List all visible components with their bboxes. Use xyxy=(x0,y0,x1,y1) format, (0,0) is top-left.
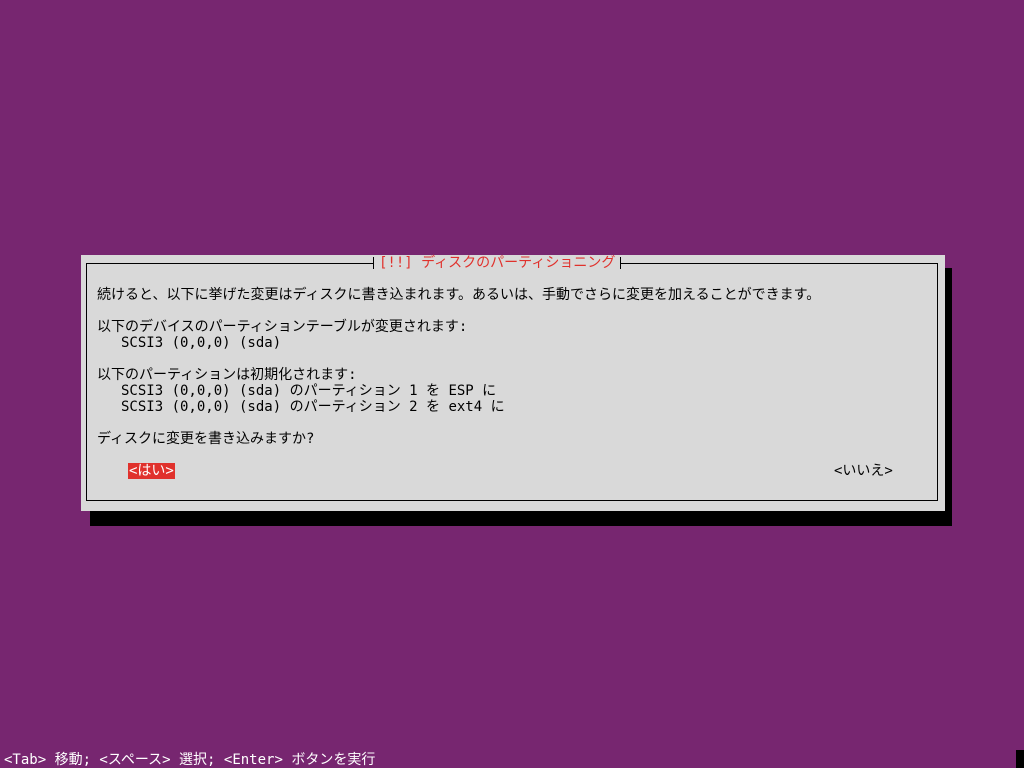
installer-screen: [!!] ディスクのパーティショニング 続けると、以下に挙げた変更はディスクに書… xyxy=(0,0,1024,768)
format-partition-item: SCSI3 (0,0,0) (sda) のパーティション 2 を ext4 に xyxy=(121,399,505,415)
no-button[interactable]: <いいえ> xyxy=(833,463,894,479)
yes-button[interactable]: <はい> xyxy=(128,463,175,479)
dialog-title: [!!] ディスクのパーティショニング xyxy=(373,255,622,271)
terminal-cursor xyxy=(1016,750,1024,768)
partition-confirm-dialog: [!!] ディスクのパーティショニング 続けると、以下に挙げた変更はディスクに書… xyxy=(81,255,945,511)
keyboard-help-bar: <Tab> 移動; <スペース> 選択; <Enter> ボタンを実行 xyxy=(4,752,376,768)
dialog-intro-text: 続けると、以下に挙げた変更はディスクに書き込まれます。あるいは、手動でさらに変更… xyxy=(97,287,821,303)
partition-table-device: SCSI3 (0,0,0) (sda) xyxy=(121,335,282,351)
partition-table-heading: 以下のデバイスのパーティションテーブルが変更されます: xyxy=(97,319,468,335)
format-heading: 以下のパーティションは初期化されます: xyxy=(97,367,357,383)
format-partition-item: SCSI3 (0,0,0) (sda) のパーティション 1 を ESP に xyxy=(121,383,497,399)
write-changes-question: ディスクに変更を書き込みますか? xyxy=(97,431,315,447)
